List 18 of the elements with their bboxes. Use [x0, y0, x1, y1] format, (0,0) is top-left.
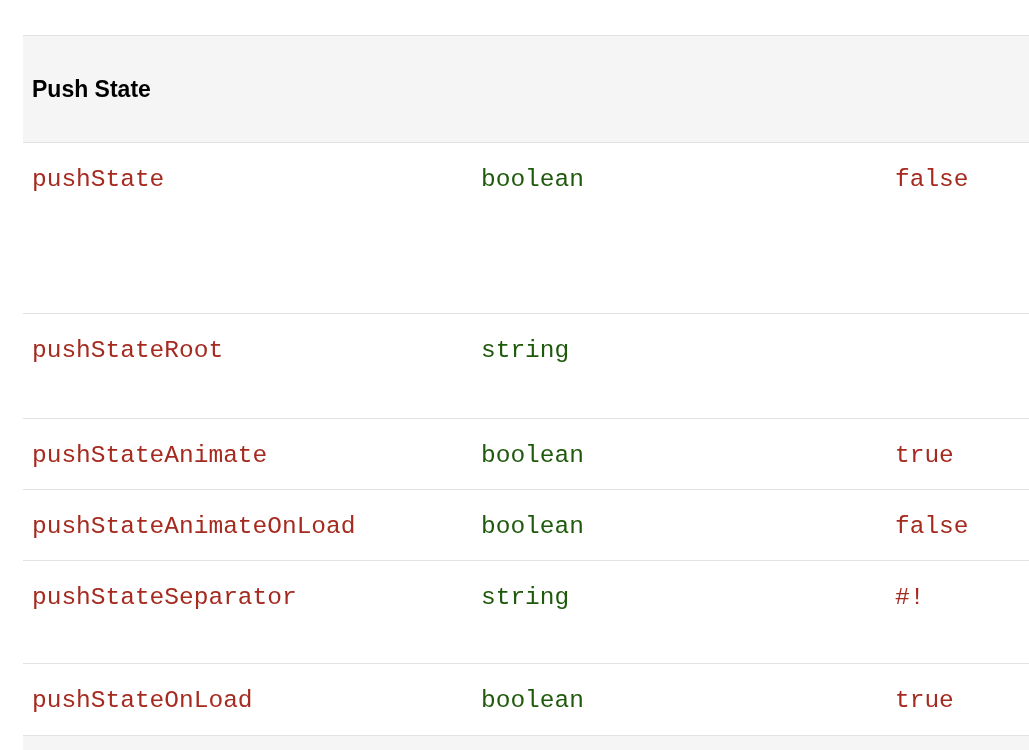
option-type: boolean — [481, 442, 584, 469]
option-name: pushStateAnimateOnLoad — [32, 513, 356, 540]
option-name: pushStateRoot — [32, 337, 224, 364]
option-name: pushStateSeparator — [32, 584, 297, 611]
option-default: true — [895, 687, 954, 714]
option-default: #! — [895, 584, 925, 611]
option-default: false — [895, 513, 969, 540]
option-type: boolean — [481, 513, 584, 540]
table-heading: Push State — [32, 74, 151, 104]
option-type: boolean — [481, 166, 584, 193]
option-name: pushStateOnLoad — [32, 687, 253, 714]
option-name: pushState — [32, 166, 165, 193]
option-type: string — [481, 584, 570, 611]
option-type: string — [481, 337, 570, 364]
option-name: pushStateAnimate — [32, 442, 268, 469]
option-default: true — [895, 442, 954, 469]
option-default: false — [895, 166, 969, 193]
option-type: boolean — [481, 687, 584, 714]
